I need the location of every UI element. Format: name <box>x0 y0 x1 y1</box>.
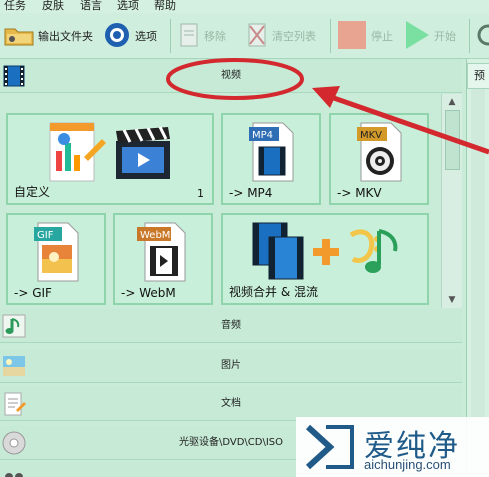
tile-custom[interactable]: 自定义 1 <box>6 113 214 205</box>
menu-task[interactable]: 任务 <box>4 0 26 11</box>
start-label: 开始 <box>434 30 456 43</box>
remove-button[interactable]: 移除 <box>178 13 226 59</box>
toolbar-separator <box>469 19 470 53</box>
toolbar-separator <box>330 19 331 53</box>
scroll-thumb[interactable] <box>445 110 460 170</box>
settings-button[interactable] <box>476 13 489 59</box>
webm-badge-text: WebM <box>140 230 170 241</box>
tile-merge[interactable]: 视频合并 & 混流 <box>221 213 429 305</box>
folder-icon <box>4 24 34 49</box>
preview-pane: 预 <box>466 59 489 477</box>
clear-list-label: 清空列表 <box>272 30 316 43</box>
preview-scrollbar[interactable] <box>471 89 485 469</box>
menu-skin[interactable]: 皮肤 <box>42 0 64 11</box>
gif-badge-text: GIF <box>37 230 54 241</box>
remove-label: 移除 <box>204 30 226 43</box>
gif-file-icon: GIF <box>34 221 80 287</box>
clear-list-icon <box>246 22 268 51</box>
toolbar-separator <box>170 19 171 53</box>
plus-icon <box>311 237 341 271</box>
gear-icon <box>476 23 489 50</box>
options-button[interactable]: 选项 <box>103 13 157 59</box>
tile-mp4-label: -> MP4 <box>229 186 273 200</box>
category-document[interactable]: 文档 <box>0 387 462 421</box>
options-label: 选项 <box>135 30 157 43</box>
category-video[interactable]: 视频 <box>0 59 462 93</box>
tile-custom-label: 自定义 <box>14 185 51 199</box>
conversion-panel: 视频 自定义 1 MP4 -> MP4 MKV -> MKV GIF -> GI… <box>0 59 462 477</box>
stop-icon <box>337 20 367 53</box>
category-image[interactable]: 图片 <box>0 349 462 383</box>
tile-merge-label: 视频合并 & 混流 <box>229 285 318 299</box>
video-scrollbar[interactable]: ▲ ▼ <box>441 94 462 308</box>
menu-language[interactable]: 语言 <box>80 0 102 11</box>
tile-mkv-label: -> MKV <box>337 186 382 200</box>
category-document-label: 文档 <box>221 398 241 409</box>
tile-webm-label: -> WebM <box>121 286 176 300</box>
category-audio[interactable]: 音频 <box>0 309 462 343</box>
tile-custom-count: 1 <box>197 187 204 200</box>
watermark-url: aichunjing.com <box>364 457 451 472</box>
tile-gif[interactable]: GIF -> GIF <box>6 213 106 305</box>
scroll-down-arrow-icon[interactable]: ▼ <box>445 294 459 306</box>
options-icon <box>103 21 131 52</box>
category-video-label: 视频 <box>221 70 241 81</box>
tools-icon <box>4 467 24 477</box>
start-button[interactable]: 开始 <box>404 13 456 59</box>
clear-list-button[interactable]: 清空列表 <box>246 13 316 59</box>
music-notes-icon <box>341 225 403 283</box>
category-audio-label: 音频 <box>221 320 241 331</box>
menu-bar: 任务 皮肤 语言 选项 帮助 <box>0 0 489 13</box>
tile-mp4[interactable]: MP4 -> MP4 <box>221 113 321 205</box>
scroll-up-arrow-icon[interactable]: ▲ <box>445 96 459 108</box>
watermark: 爱纯净 aichunjing.com <box>296 417 489 477</box>
watermark-logo <box>304 423 356 475</box>
menu-options[interactable]: 选项 <box>117 0 139 11</box>
category-image-label: 图片 <box>221 360 241 371</box>
toolbar: 输出文件夹 选项 移除 清空列表 停止 开始 <box>0 13 489 59</box>
output-folder-label: 输出文件夹 <box>38 30 93 43</box>
film-strips-icon <box>249 221 311 287</box>
tile-gif-label: -> GIF <box>14 286 52 300</box>
clapperboard-icon <box>114 125 172 185</box>
mkv-file-icon: MKV <box>357 121 403 187</box>
output-folder-button[interactable]: 输出文件夹 <box>4 13 93 59</box>
menu-help[interactable]: 帮助 <box>154 0 176 11</box>
play-icon <box>404 20 430 53</box>
webm-file-icon: WebM <box>137 221 187 287</box>
preview-tab[interactable]: 预 <box>467 63 489 89</box>
stop-label: 停止 <box>371 30 393 43</box>
document-remove-icon <box>178 22 200 51</box>
tile-mkv[interactable]: MKV -> MKV <box>329 113 429 205</box>
tile-webm[interactable]: WebM -> WebM <box>113 213 213 305</box>
stop-button[interactable]: 停止 <box>337 13 393 59</box>
document-chart-icon <box>48 121 106 189</box>
mp4-badge-text: MP4 <box>252 130 273 141</box>
mp4-file-icon: MP4 <box>249 121 295 187</box>
mkv-badge-text: MKV <box>360 130 382 141</box>
